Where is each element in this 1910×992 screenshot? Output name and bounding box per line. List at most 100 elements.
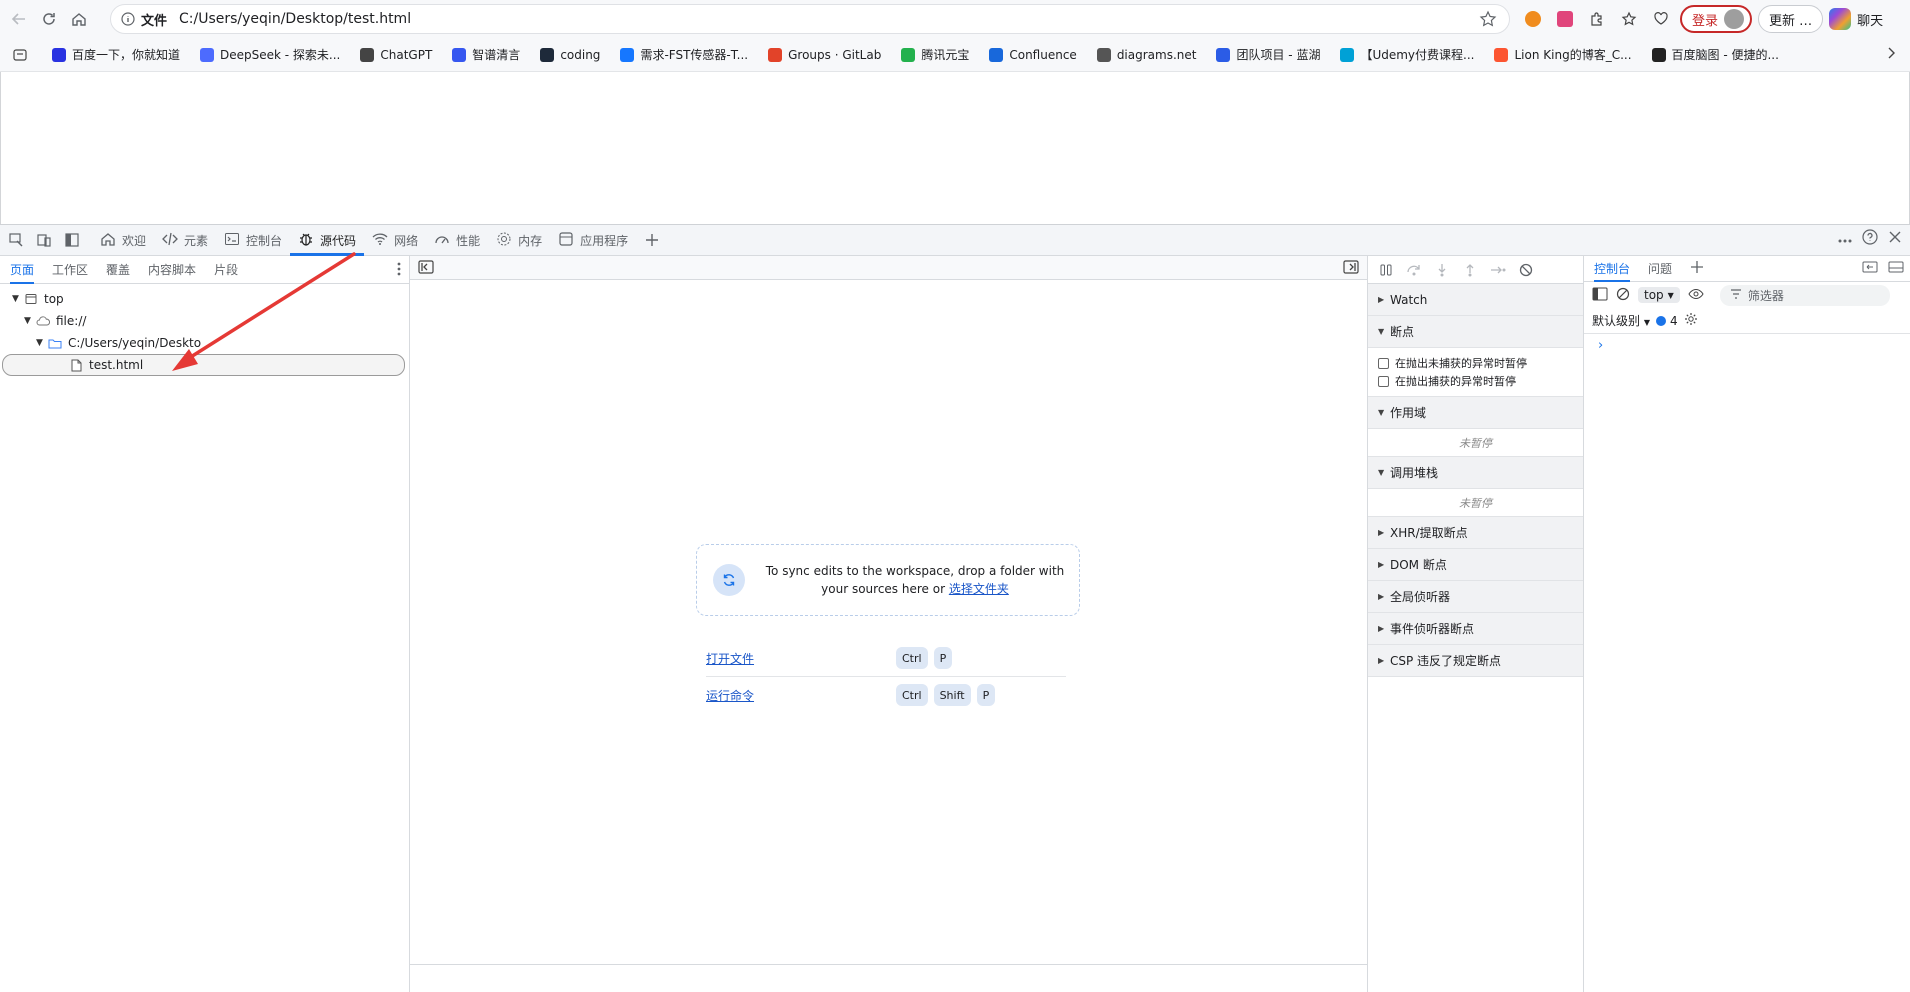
bookmark-item[interactable]: ChatGPT — [360, 47, 432, 62]
close-icon[interactable] — [1888, 230, 1902, 247]
bookmark-item[interactable]: 团队项目 - 蓝湖 — [1216, 46, 1320, 63]
more-options-icon[interactable] — [1838, 232, 1852, 246]
tree-node-top[interactable]: ▼ top — [0, 288, 409, 310]
bookmark-item[interactable]: Lion King的博客_C... — [1494, 46, 1632, 63]
section-global-listeners[interactable]: ▶ 全局侦听器 — [1368, 581, 1583, 613]
console-settings-icon[interactable] — [1684, 312, 1698, 329]
navigator-tab[interactable]: 工作区 — [52, 256, 88, 284]
navigator-tab[interactable]: 覆盖 — [106, 256, 130, 284]
tab-issues[interactable]: 问题 — [1648, 256, 1672, 282]
pause-uncaught-option[interactable]: 在抛出未捕获的异常时暂停 — [1368, 354, 1583, 372]
help-icon[interactable] — [1862, 229, 1878, 248]
update-button[interactable]: 更新 … — [1758, 5, 1824, 33]
section-csp[interactable]: ▶ CSP 违反了规定断点 — [1368, 645, 1583, 677]
bookmark-item[interactable]: coding — [540, 47, 600, 62]
expand-triangle-icon[interactable]: ▼ — [12, 294, 24, 304]
bookmark-item[interactable]: 【Udemy付费课程... — [1340, 46, 1474, 63]
heartbeat-icon[interactable] — [1648, 6, 1674, 32]
copilot-button[interactable]: 聊天 — [1829, 8, 1883, 30]
device-toggle-icon[interactable] — [32, 228, 56, 252]
console-prompt[interactable]: › — [1584, 334, 1910, 353]
navigator-tab[interactable]: 页面 — [10, 256, 35, 284]
eye-icon[interactable] — [1688, 288, 1704, 303]
pause-caught-option[interactable]: 在抛出捕获的异常时暂停 — [1368, 372, 1583, 390]
add-panel-icon[interactable] — [640, 228, 664, 252]
bookmark-item[interactable]: 智谱清言 — [452, 46, 520, 63]
pause-caught-checkbox[interactable] — [1378, 375, 1389, 387]
log-level-selector[interactable]: 默认级别 ▼ — [1592, 312, 1650, 329]
bookmark-item[interactable]: DeepSeek - 探索未... — [200, 46, 340, 63]
chevron-right-icon[interactable] — [1886, 46, 1896, 63]
pause-uncaught-checkbox[interactable] — [1378, 357, 1389, 369]
collapsed-triangle-icon: ▶ — [1378, 560, 1385, 569]
puzzle-icon[interactable] — [1584, 6, 1610, 32]
filter-input[interactable]: 筛选器 — [1719, 284, 1890, 306]
favorites-icon[interactable] — [1616, 6, 1642, 32]
tab-gauge[interactable]: 性能 — [426, 224, 488, 256]
tab-code[interactable]: 元素 — [154, 224, 216, 256]
tab-bug[interactable]: 源代码 — [290, 224, 365, 256]
star-icon[interactable] — [1479, 10, 1497, 31]
section-watch[interactable]: ▶ Watch — [1368, 284, 1583, 316]
open-file-link[interactable]: 打开文件 — [706, 650, 896, 667]
expand-triangle-icon[interactable]: ▼ — [36, 338, 48, 348]
clear-console-icon[interactable] — [1616, 287, 1630, 304]
expand-triangle-icon[interactable]: ▼ — [24, 316, 36, 326]
back-button[interactable] — [4, 4, 34, 34]
bookmark-item[interactable]: 需求-FST传感器-T... — [620, 46, 748, 63]
bookmark-favicon-icon — [52, 47, 66, 62]
tree-node-origin[interactable]: ▼ file:// — [0, 310, 409, 332]
toggle-navigator-icon[interactable] — [418, 260, 434, 277]
deactivate-breakpoints-icon[interactable] — [1516, 260, 1536, 280]
navigator-tab[interactable]: 内容脚本 — [148, 256, 196, 284]
step-over-icon[interactable] — [1404, 260, 1424, 280]
section-dom[interactable]: ▶ DOM 断点 — [1368, 549, 1583, 581]
select-folder-link[interactable]: 选择文件夹 — [949, 582, 1009, 596]
tree-node-file[interactable]: test.html — [2, 354, 405, 376]
tab-console[interactable]: 控制台 — [1594, 256, 1631, 282]
address-url[interactable]: C:/Users/yeqin/Desktop/test.html — [179, 11, 411, 27]
tab-home[interactable]: 欢迎 — [92, 224, 154, 256]
context-selector[interactable]: top ▼ — [1638, 287, 1680, 303]
extension-pink-icon[interactable] — [1552, 6, 1578, 32]
extension-orange-icon[interactable] — [1520, 6, 1546, 32]
bookmark-item[interactable]: Groups · GitLab — [768, 47, 881, 62]
step-icon[interactable] — [1488, 260, 1508, 280]
pause-icon[interactable] — [1376, 260, 1396, 280]
bookmark-item[interactable]: Confluence — [989, 47, 1077, 62]
tab-gear[interactable]: 内存 — [488, 224, 550, 256]
section-breakpoints[interactable]: ▼ 断点 — [1368, 316, 1583, 348]
bookmark-item[interactable]: 腾讯元宝 — [901, 46, 969, 63]
bookmark-item[interactable]: 百度脑图 - 便捷的... — [1651, 46, 1779, 63]
toggle-debugger-icon[interactable] — [1343, 260, 1359, 277]
address-bar[interactable]: 文件 C:/Users/yeqin/Desktop/test.html — [110, 4, 1510, 34]
section-event-listeners[interactable]: ▶ 事件侦听器断点 — [1368, 613, 1583, 645]
bookmarks-menu-icon[interactable] — [8, 43, 32, 67]
bookmark-item[interactable]: diagrams.net — [1096, 47, 1196, 62]
section-call-stack[interactable]: ▼ 调用堆栈 — [1368, 457, 1583, 489]
bookmark-item[interactable]: 百度一下，你就知道 — [52, 46, 180, 63]
home-button[interactable] — [64, 4, 94, 34]
add-tab-icon[interactable] — [1690, 260, 1704, 277]
info-icon[interactable] — [119, 10, 137, 28]
tab-app[interactable]: 应用程序 — [550, 224, 636, 256]
inspect-icon[interactable] — [4, 228, 28, 252]
tab-wifi[interactable]: 网络 — [364, 224, 426, 256]
tab-console[interactable]: 控制台 — [216, 224, 290, 256]
dock-drawer-icon[interactable] — [1862, 260, 1878, 277]
refresh-button[interactable] — [34, 4, 64, 34]
section-xhr[interactable]: ▶ XHR/提取断点 — [1368, 517, 1583, 549]
undock-drawer-icon[interactable] — [1888, 260, 1904, 277]
workspace-drop-zone[interactable]: To sync edits to the workspace, drop a f… — [696, 544, 1080, 616]
login-button[interactable]: 登录 — [1680, 5, 1753, 33]
more-vertical-icon[interactable] — [397, 262, 401, 279]
navigator-tab[interactable]: 片段 — [214, 256, 238, 284]
tree-node-folder[interactable]: ▼ C:/Users/yeqin/Deskto — [0, 332, 409, 354]
message-count-badge[interactable]: 4 — [1656, 314, 1678, 328]
sidebar-toggle-icon[interactable] — [1592, 287, 1608, 304]
section-scope[interactable]: ▼ 作用域 — [1368, 397, 1583, 429]
step-into-icon[interactable] — [1432, 260, 1452, 280]
run-command-link[interactable]: 运行命令 — [706, 687, 896, 704]
step-out-icon[interactable] — [1460, 260, 1480, 280]
dock-side-icon[interactable] — [60, 228, 84, 252]
